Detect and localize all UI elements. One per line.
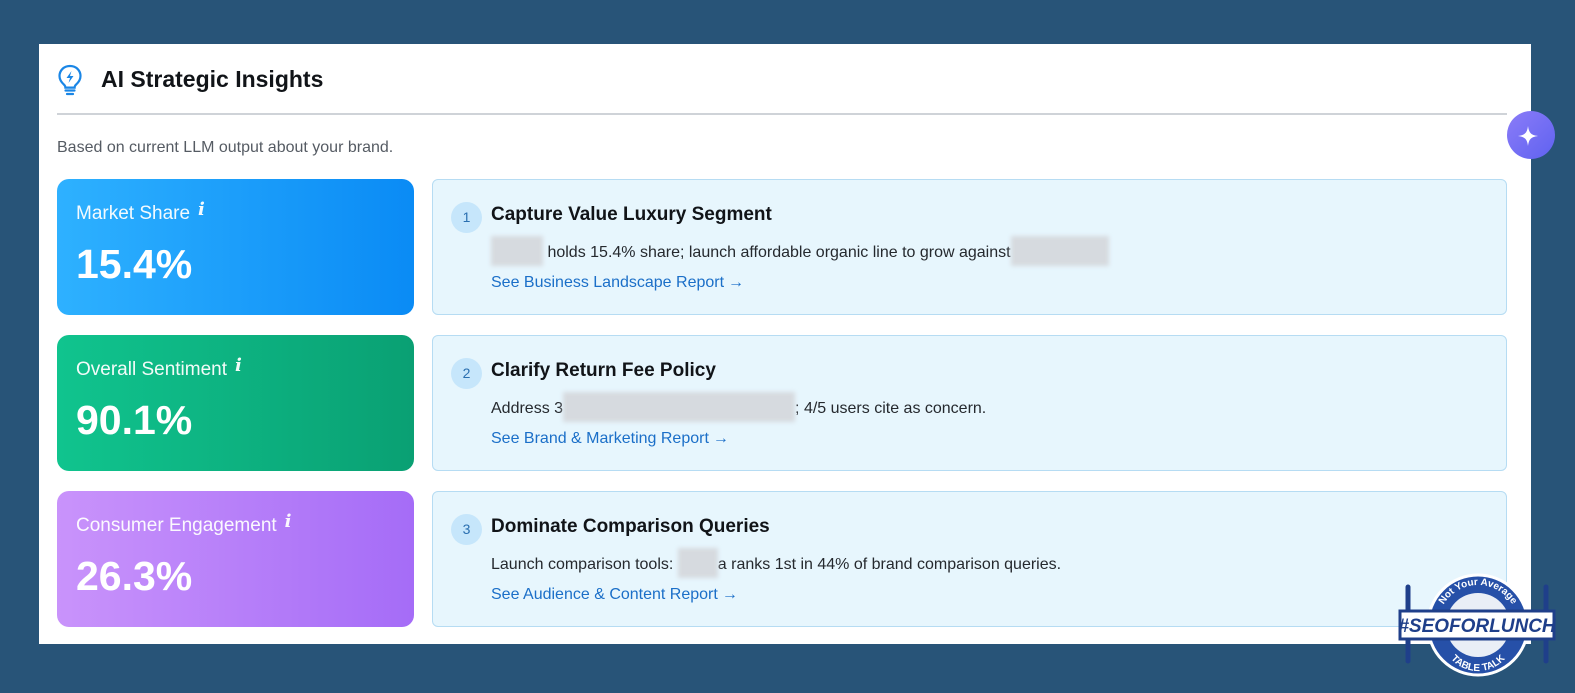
- header-divider: [57, 113, 1507, 115]
- info-icon[interactable]: i: [235, 355, 242, 376]
- insight-description-text: Address 3: [491, 400, 564, 418]
- metric-label: Market Share i: [76, 199, 205, 225]
- insights-panel: AI Strategic Insights Based on current L…: [39, 44, 1555, 644]
- metric-value: 15.4%: [76, 241, 193, 287]
- insight-card: 3 Dominate Comparison Queries Launch com…: [432, 491, 1507, 627]
- seoforlunch-logo: Not Your Average TABLE TALK #SEOFORLUNCH: [1398, 573, 1557, 677]
- insight-number-badge: 2: [451, 358, 482, 389]
- insight-card: 2 Clarify Return Fee Policy Address 3 ; 4…: [432, 335, 1507, 471]
- info-icon[interactable]: i: [285, 511, 292, 532]
- overall-sentiment-card: Overall Sentiment i 90.1%: [57, 335, 414, 471]
- info-icon[interactable]: i: [198, 199, 205, 220]
- redacted-text: [677, 548, 718, 578]
- insight-number-badge: 3: [451, 514, 482, 545]
- brand-marketing-report-link[interactable]: See Brand & Marketing Report →: [491, 430, 729, 448]
- lightbulb-icon: [58, 64, 82, 96]
- metric-value: 26.3%: [76, 553, 193, 599]
- insight-title: Capture Value Luxury Segment: [491, 204, 772, 225]
- metric-label-text: Market Share: [76, 203, 191, 224]
- redacted-text: [1010, 236, 1109, 266]
- insight-description: Address 3 ; 4/5 users cite as concern.: [491, 392, 987, 424]
- insight-description-text: holds 15.4% share; launch affordable org…: [547, 244, 1011, 262]
- svg-text:#SEOFORLUNCH: #SEOFORLUNCH: [1398, 616, 1557, 637]
- arrow-right-icon: →: [721, 586, 738, 603]
- consumer-engagement-card: Consumer Engagement i 26.3%: [57, 491, 414, 627]
- metric-label-text: Overall Sentiment: [76, 359, 228, 380]
- insight-description: holds 15.4% share; launch affordable org…: [491, 236, 1109, 268]
- link-label: See Brand & Marketing Report: [491, 430, 709, 447]
- insight-description: Launch comparison tools: a ranks 1st in …: [491, 548, 1062, 580]
- insight-title: Dominate Comparison Queries: [491, 516, 770, 537]
- audience-content-report-link[interactable]: See Audience & Content Report →: [491, 586, 738, 604]
- business-landscape-report-link[interactable]: See Business Landscape Report →: [491, 274, 744, 292]
- market-share-card: Market Share i 15.4%: [57, 179, 414, 315]
- metric-value: 90.1%: [76, 397, 193, 443]
- page-title: AI Strategic Insights: [101, 66, 324, 92]
- insight-number-badge: 1: [451, 202, 482, 233]
- redacted-text: [563, 392, 796, 422]
- metric-label-text: Consumer Engagement: [76, 515, 277, 536]
- insight-card: 1 Capture Value Luxury Segment holds 15.…: [432, 179, 1507, 315]
- sparkle-icon: [1518, 126, 1538, 146]
- ai-assistant-button[interactable]: [1507, 111, 1555, 159]
- redacted-text: [491, 236, 543, 266]
- arrow-right-icon: →: [712, 430, 729, 447]
- metric-label: Consumer Engagement i: [76, 511, 292, 537]
- insight-title: Clarify Return Fee Policy: [491, 360, 716, 381]
- panel-header: AI Strategic Insights: [39, 44, 1507, 115]
- insight-description-text: a ranks 1st in 44% of brand comparison q…: [717, 556, 1062, 574]
- arrow-right-icon: →: [728, 274, 745, 291]
- link-label: See Audience & Content Report: [491, 586, 718, 603]
- page-subtitle: Based on current LLM output about your b…: [57, 139, 394, 156]
- metric-label: Overall Sentiment i: [76, 355, 242, 381]
- insight-description-text: Launch comparison tools:: [491, 556, 674, 574]
- link-label: See Business Landscape Report: [491, 274, 725, 291]
- insight-description-text: ; 4/5 users cite as concern.: [795, 400, 987, 418]
